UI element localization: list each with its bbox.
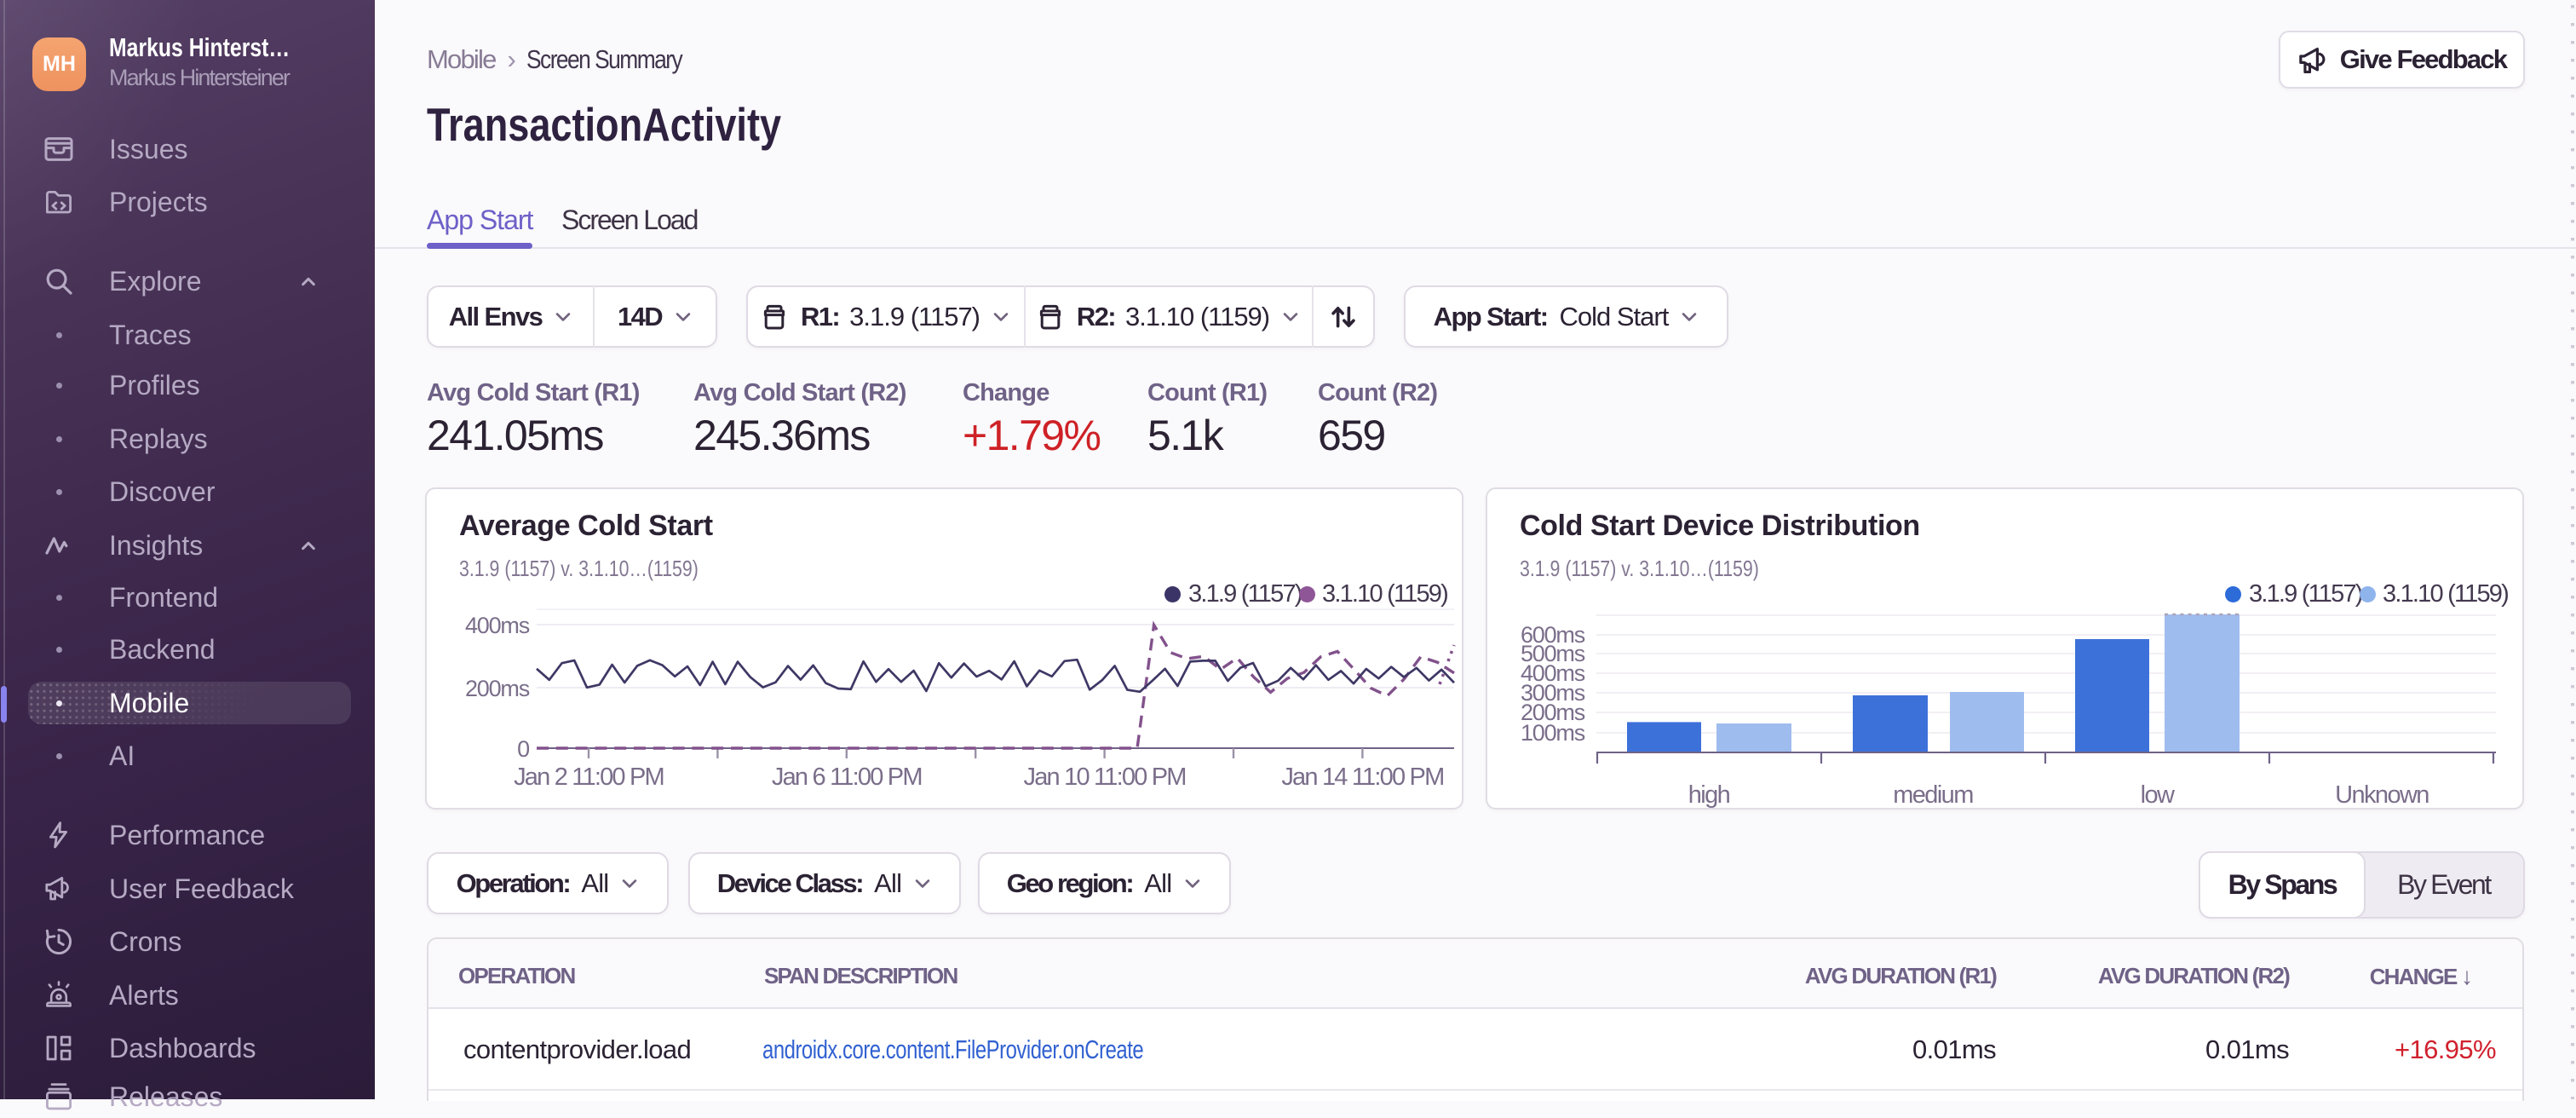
svg-text:low: low xyxy=(2141,781,2176,809)
svg-text:Jan 6 11:00 PM: Jan 6 11:00 PM xyxy=(772,764,922,791)
svg-text:medium: medium xyxy=(1893,781,1973,809)
svg-text:Jan 2 11:00 PM: Jan 2 11:00 PM xyxy=(514,764,664,791)
svg-text:100ms: 100ms xyxy=(1521,720,1585,746)
svg-text:Unknown: Unknown xyxy=(2335,781,2429,809)
svg-text:400ms: 400ms xyxy=(465,613,530,638)
svg-text:0: 0 xyxy=(517,736,529,762)
svg-text:high: high xyxy=(1688,781,1730,809)
svg-text:Jan 10 11:00 PM: Jan 10 11:00 PM xyxy=(1024,764,1186,791)
svg-text:200ms: 200ms xyxy=(465,676,530,701)
svg-text:Jan 14 11:00 PM: Jan 14 11:00 PM xyxy=(1281,764,1443,791)
